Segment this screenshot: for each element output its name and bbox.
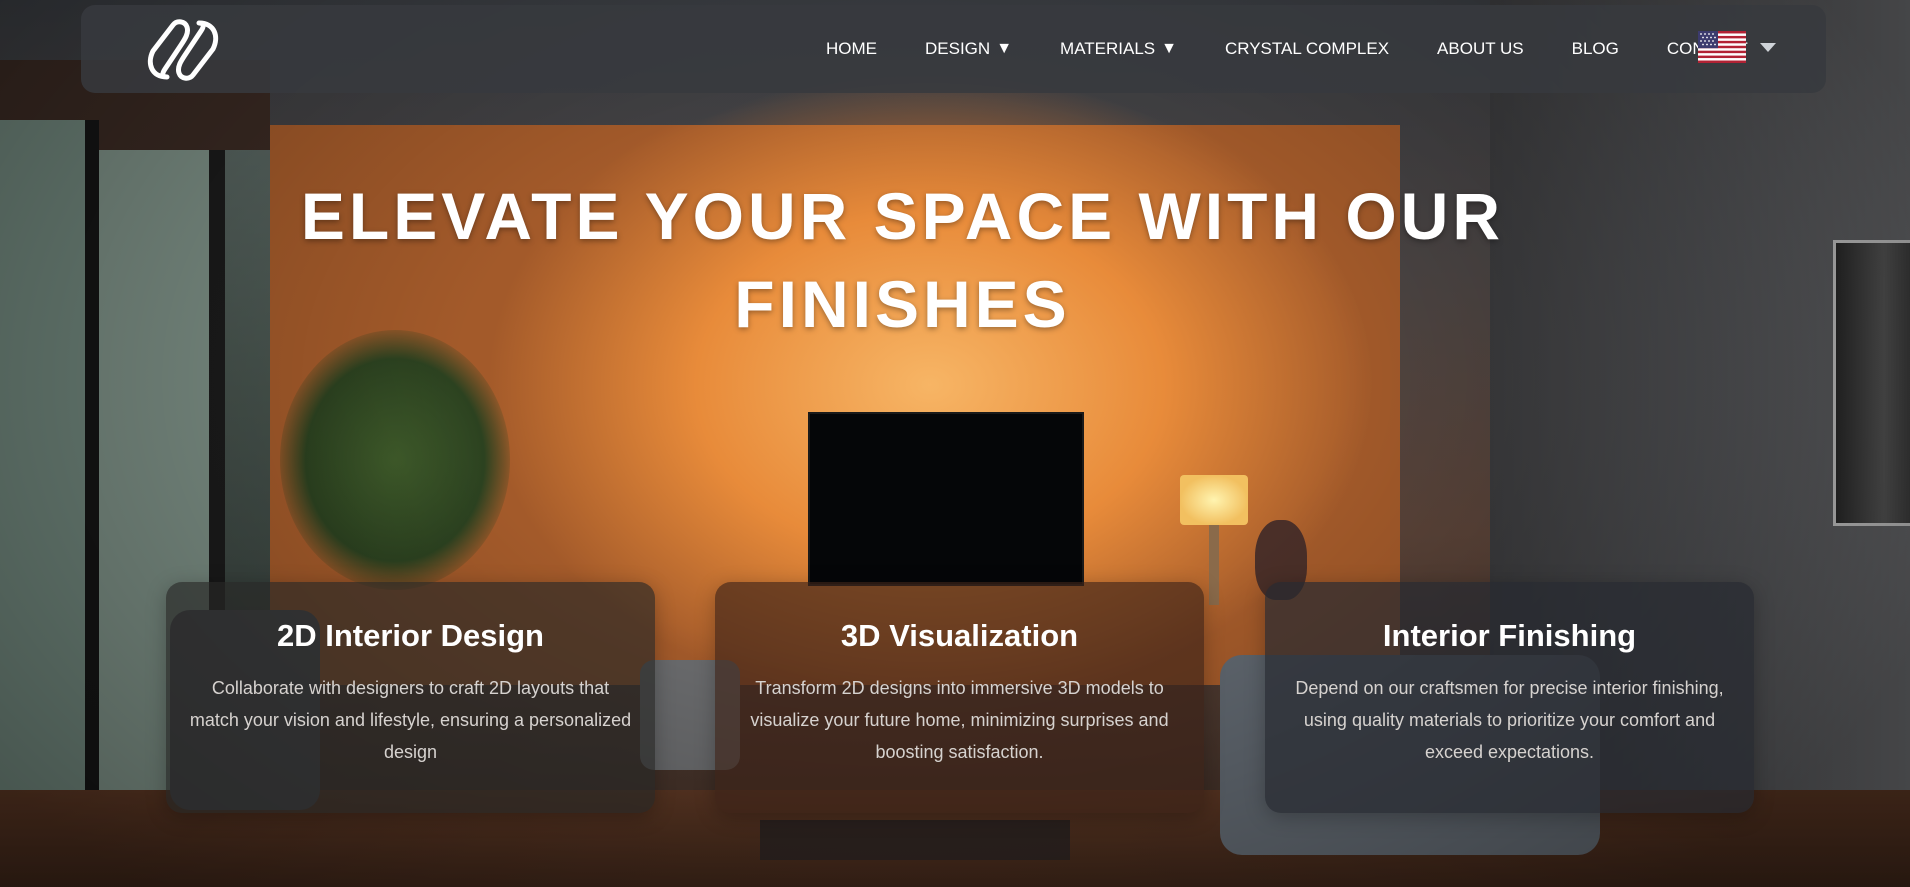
- card-title: 3D Visualization: [840, 618, 1079, 653]
- language-selector[interactable]: [1698, 31, 1776, 63]
- nav-item-blog[interactable]: BLOG: [1572, 39, 1619, 59]
- nav-item-label: DESIGN: [925, 39, 991, 58]
- nav-item-crystal-complex[interactable]: CRYSTAL COMPLEX: [1225, 39, 1389, 59]
- logo-icon: [147, 19, 219, 81]
- nav-item-label: HOME: [826, 39, 877, 58]
- hero-headline: ELEVATE YOUR SPACE WITH OUR FINISHES: [300, 179, 1505, 341]
- card-title: Interior Finishing: [1382, 618, 1637, 653]
- card-description: Depend on our craftsmen for precise inte…: [1295, 678, 1724, 762]
- nav-item-about-us[interactable]: ABOUT US: [1437, 39, 1524, 59]
- nav-item-label: ABOUT US: [1437, 39, 1524, 58]
- chevron-down-icon: [1760, 42, 1776, 52]
- nav-item-label: CRYSTAL COMPLEX: [1224, 39, 1390, 58]
- nav-item-label: BLOG: [1571, 39, 1619, 58]
- logo-icon[interactable]: [143, 19, 223, 81]
- us-flag-icon: [1698, 31, 1746, 63]
- nav-links: HOME DESIGN ▼ MATERIALS ▼ CRYSTAL COMPLE…: [826, 5, 1796, 93]
- card-description: Collaborate with designers to craft 2D l…: [189, 678, 632, 762]
- nav-item-materials[interactable]: MATERIALS ▼: [1060, 39, 1177, 59]
- card-description: Transform 2D designs into immersive 3D m…: [750, 678, 1169, 762]
- card-title: 2D Interior Design: [277, 618, 544, 653]
- hero-section: HOME DESIGN ▼ MATERIALS ▼ CRYSTAL COMPLE…: [0, 0, 1910, 887]
- dropdown-caret-icon: ▼: [996, 40, 1013, 57]
- nav-item-label: MATERIALS: [1060, 39, 1156, 58]
- service-card-3d-visualization[interactable]: 3D Visualization Transform 2D designs in…: [715, 582, 1204, 813]
- navbar: HOME DESIGN ▼ MATERIALS ▼ CRYSTAL COMPLE…: [81, 5, 1826, 93]
- nav-item-design[interactable]: DESIGN ▼: [925, 39, 1012, 59]
- service-card-2d-design[interactable]: 2D Interior Design Collaborate with desi…: [166, 582, 655, 813]
- nav-item-home[interactable]: HOME: [826, 39, 877, 59]
- service-card-interior-finishing[interactable]: Interior Finishing Depend on our craftsm…: [1265, 582, 1754, 813]
- dropdown-caret-icon: ▼: [1161, 40, 1177, 57]
